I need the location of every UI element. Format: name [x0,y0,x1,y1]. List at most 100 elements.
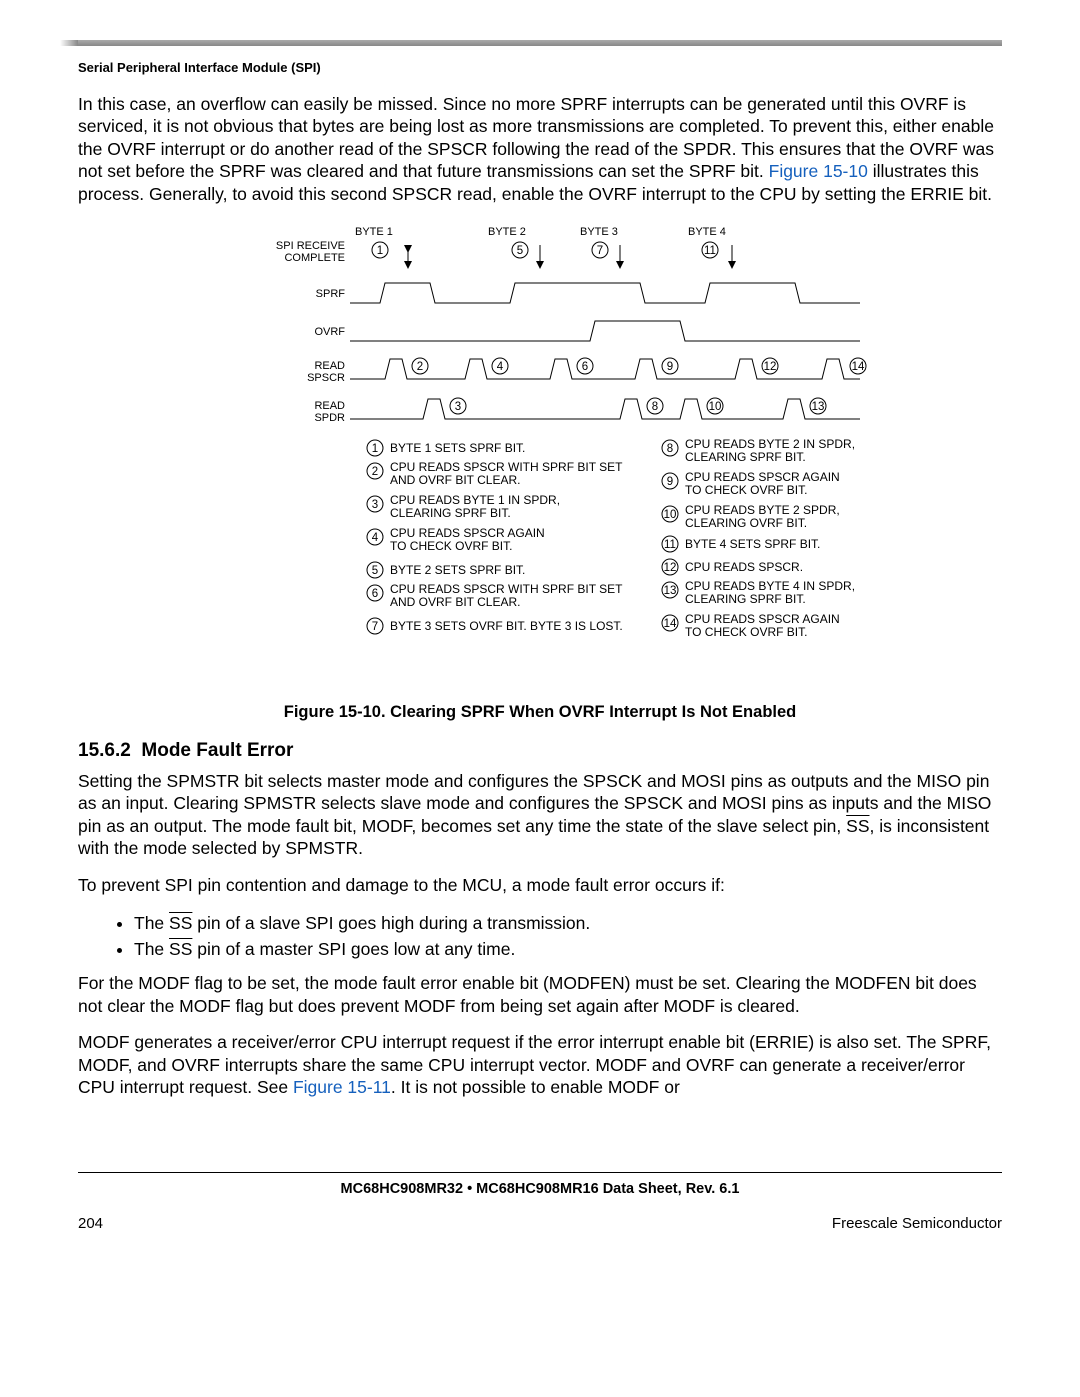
svg-text:CPU READS SPSCR WITH SPRF BIT: CPU READS SPSCR WITH SPRF BIT SET [390,582,623,596]
sprf-wave [350,283,860,303]
svg-text:8: 8 [652,401,658,413]
byte3-label: BYTE 3 [580,226,618,238]
svg-text:1: 1 [372,443,378,455]
spacer [78,1112,1002,1152]
svg-text:CPU READS BYTE 1 IN SPDR,: CPU READS BYTE 1 IN SPDR, [390,493,560,507]
svg-text:CPU READS SPSCR AGAIN: CPU READS SPSCR AGAIN [390,526,545,540]
paragraph-2: Setting the SPMSTR bit selects master mo… [78,770,1002,860]
figure-ref-15-10[interactable]: Figure 15-10 [769,161,868,181]
svg-text:TO CHECK OVRF BIT.: TO CHECK OVRF BIT. [685,625,807,639]
spscr-nums: 2 4 6 9 12 14 [412,358,866,374]
ss-overline-1: SS [846,816,869,836]
svg-text:10: 10 [664,509,677,521]
section-number: 15.6.2 [78,740,131,761]
svg-text:4: 4 [372,532,379,544]
svg-text:13: 13 [664,585,677,597]
svg-text:CLEARING OVRF BIT.: CLEARING OVRF BIT. [685,516,807,530]
svg-text:6: 6 [582,361,588,373]
svg-text:2: 2 [372,466,378,478]
spi-receive-b: COMPLETE [284,252,345,264]
marker-5: 5 [512,242,544,269]
svg-text:13: 13 [812,401,825,413]
section-heading: 15.6.2 Mode Fault Error [78,740,1002,762]
svg-text:CPU READS BYTE 2 IN SPDR,: CPU READS BYTE 2 IN SPDR, [685,437,855,451]
figure-caption: Figure 15-10. Clearing SPRF When OVRF In… [78,703,1002,722]
read-spdr-wave [350,399,860,419]
svg-text:11: 11 [664,539,676,551]
svg-text:7: 7 [597,245,603,257]
svg-text:CPU READS BYTE 4 IN SPDR,: CPU READS BYTE 4 IN SPDR, [685,579,855,593]
svg-text:BYTE 4 SETS SPRF BIT.: BYTE 4 SETS SPRF BIT. [685,537,820,551]
svg-text:CPU READS BYTE 2 SPDR,: CPU READS BYTE 2 SPDR, [685,503,840,517]
svg-text:CPU READS SPSCR AGAIN: CPU READS SPSCR AGAIN [685,470,840,484]
svg-text:CLEARING SPRF BIT.: CLEARING SPRF BIT. [685,450,806,464]
bullet-1: The SS pin of a slave SPI goes high duri… [134,910,1002,936]
figure-svg: BYTE 1 BYTE 2 BYTE 3 BYTE 4 SPI RECEIVE … [180,223,900,693]
svg-text:11: 11 [704,245,716,257]
byte1-label: BYTE 1 [355,226,393,238]
spscr-a: SPSCR [307,372,345,384]
paragraph-4: For the MODF flag to be set, the mode fa… [78,972,1002,1017]
svg-text:TO CHECK OVRF BIT.: TO CHECK OVRF BIT. [390,539,512,553]
svg-text:CPU READS SPSCR AGAIN: CPU READS SPSCR AGAIN [685,612,840,626]
paragraph-3: To prevent SPI pin contention and damage… [78,874,1002,896]
bullet-list: The SS pin of a slave SPI goes high duri… [78,910,1002,963]
svg-text:14: 14 [852,361,865,373]
marker-7: 7 [592,242,624,269]
footer-row: 204 Freescale Semiconductor [78,1215,1002,1232]
section-title: Mode Fault Error [141,740,293,761]
svg-text:7: 7 [372,621,378,633]
running-head: Serial Peripheral Interface Module (SPI) [78,60,1002,75]
ss-overline-2: SS [169,913,192,933]
notes-right: 8 CPU READS BYTE 2 IN SPDR, CLEARING SPR… [662,437,855,639]
svg-text:CLEARING SPRF BIT.: CLEARING SPRF BIT. [685,592,806,606]
svg-text:5: 5 [517,245,523,257]
svg-text:10: 10 [709,401,722,413]
svg-text:AND OVRF BIT CLEAR.: AND OVRF BIT CLEAR. [390,595,520,609]
svg-text:BYTE 1 SETS SPRF BIT.: BYTE 1 SETS SPRF BIT. [390,441,525,455]
ovrf-label: OVRF [314,326,345,338]
svg-text:3: 3 [455,401,461,413]
b2a: The [134,939,169,959]
svg-text:1: 1 [377,245,383,257]
byte4-label: BYTE 4 [688,226,726,238]
svg-text:CPU READS SPSCR WITH SPRF BIT: CPU READS SPSCR WITH SPRF BIT SET [390,460,623,474]
svg-text:2: 2 [417,361,423,373]
svg-text:4: 4 [497,361,504,373]
page-number: 204 [78,1215,103,1232]
read-b: READ [314,400,345,412]
paragraph-intro: In this case, an overflow can easily be … [78,93,1002,205]
notes-left: 1 BYTE 1 SETS SPRF BIT. 2 CPU READS SPSC… [367,440,623,634]
footer-title: MC68HC908MR32 • MC68HC908MR16 Data Sheet… [78,1181,1002,1197]
ovrf-wave [350,321,860,341]
svg-text:8: 8 [667,443,673,455]
b1b: pin of a slave SPI goes high during a tr… [192,913,590,933]
svg-text:CLEARING SPRF BIT.: CLEARING SPRF BIT. [390,506,511,520]
read-a: READ [314,360,345,372]
svg-text:CPU READS SPSCR.: CPU READS SPSCR. [685,560,803,574]
marker-1: 1 [372,242,412,269]
svg-text:12: 12 [764,361,777,373]
figure-ref-15-11[interactable]: Figure 15-11 [293,1077,391,1097]
page: Serial Peripheral Interface Module (SPI)… [0,0,1080,1397]
svg-text:6: 6 [372,588,378,600]
svg-text:AND OVRF BIT CLEAR.: AND OVRF BIT CLEAR. [390,473,520,487]
svg-text:14: 14 [664,618,677,630]
byte2-label: BYTE 2 [488,226,526,238]
svg-text:5: 5 [372,565,378,577]
arrow-row: 1 5 7 [372,242,736,269]
b1a: The [134,913,169,933]
svg-text:BYTE 2 SETS SPRF BIT.: BYTE 2 SETS SPRF BIT. [390,563,525,577]
footer-rule [78,1172,1002,1173]
para5-b: . It is not possible to enable MODF or [391,1077,680,1097]
spdr-nums: 3 8 10 13 [450,398,826,414]
top-rule [78,40,1002,46]
b2b: pin of a master SPI goes low at any time… [192,939,515,959]
vendor: Freescale Semiconductor [832,1215,1002,1232]
svg-text:9: 9 [667,476,673,488]
sprf-label: SPRF [316,288,346,300]
svg-text:12: 12 [664,562,677,574]
spdr-b: SPDR [314,412,345,424]
svg-text:BYTE 3 SETS OVRF BIT. BYTE 3 I: BYTE 3 SETS OVRF BIT. BYTE 3 IS LOST. [390,619,623,633]
paragraph-5: MODF generates a receiver/error CPU inte… [78,1031,1002,1098]
